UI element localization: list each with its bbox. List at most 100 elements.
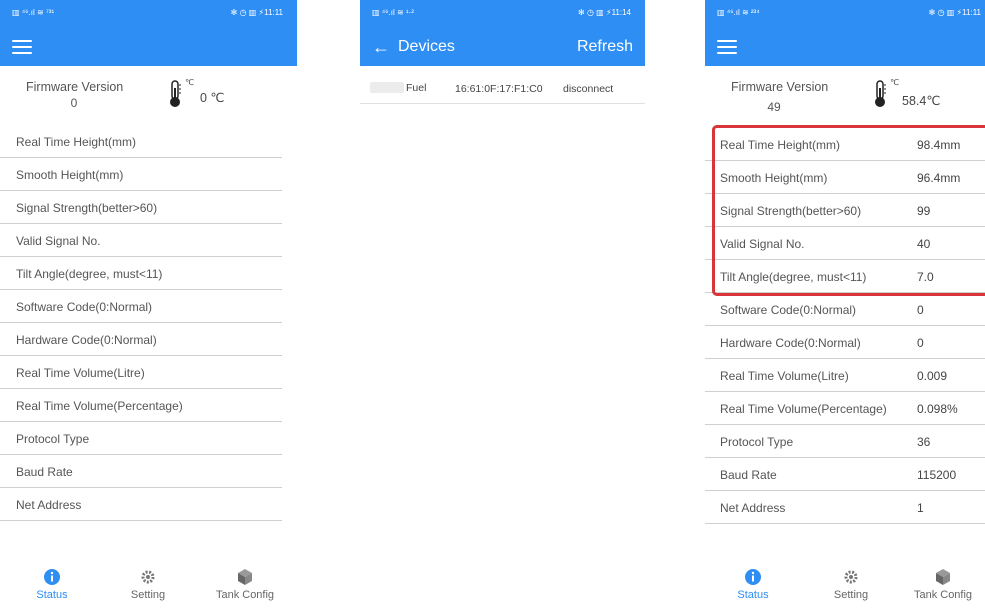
info-icon [44, 569, 60, 585]
device-name: Fuel [406, 82, 427, 94]
page-title: Devices [398, 38, 455, 55]
row-label: Net Address [16, 498, 82, 512]
gear-icon [141, 570, 155, 584]
tab-label: Tank Config [215, 589, 275, 601]
row-label: Protocol Type [16, 432, 90, 446]
status-right: ✻ ◷ ▥ ⚡11:11 [928, 8, 981, 17]
device-row[interactable]: Fuel 16:61:0F:17:F1:C0 disconnect [360, 76, 645, 104]
tab-label: Status [36, 589, 68, 601]
menu-icon[interactable] [12, 40, 32, 55]
tab-label: Setting [130, 589, 166, 601]
row-label: Baud Rate [16, 465, 73, 479]
refresh-button[interactable]: Refresh [577, 38, 633, 56]
row-value: 1 [917, 501, 924, 515]
cube-icon [238, 569, 252, 585]
status-right: ✻ ◷ ▥ ⚡11:14 [578, 8, 631, 17]
status-row: Software Code(0:Normal) 0 [705, 293, 985, 326]
status-row: Real Time Volume(Litre) [0, 356, 282, 389]
highlight-box [712, 125, 985, 296]
row-label: Tilt Angle(degree, must<11) [16, 267, 163, 281]
status-row: Software Code(0:Normal) [0, 290, 282, 323]
row-label: Real Time Volume(Litre) [16, 366, 145, 380]
system-status-bar: ▥ ⁴⁶.ıl ≋ ²³⁴ ✻ ◷ ▥ ⚡11:11 [705, 0, 985, 30]
status-row: Real Time Volume(Percentage) [0, 389, 282, 422]
firmware-section: Firmware Version 0 ℃ 0 ℃ [0, 78, 297, 130]
tab-label: Tank Config [913, 589, 973, 601]
status-row: Hardware Code(0:Normal) [0, 323, 282, 356]
status-row: Real Time Volume(Litre) 0.009 [705, 359, 985, 392]
back-arrow-icon[interactable]: ← [372, 37, 390, 58]
status-row: Protocol Type [0, 422, 282, 455]
status-right: ✻ ◷ ▥ ⚡11:11 [230, 8, 283, 17]
tab-label: Status [737, 589, 769, 601]
firmware-value: 49 [767, 100, 781, 114]
disconnect-button[interactable]: disconnect [563, 83, 613, 95]
row-label: Software Code(0:Normal) [720, 303, 857, 317]
app-bar: ▥ ⁴⁶.ıl ≋ ⁷³¹ ✻ ◷ ▥ ⚡11:11 [0, 0, 297, 66]
status-row: Net Address 1 [705, 491, 985, 524]
status-row: Signal Strength(better>60) [0, 191, 282, 224]
row-label: Real Time Volume(Percentage) [16, 399, 183, 413]
status-row: Valid Signal No. [0, 224, 282, 257]
status-row: Real Time Height(mm) [0, 125, 282, 158]
temperature-value: 0 ℃ [200, 91, 225, 105]
temperature-value: 58.4℃ [902, 94, 941, 108]
row-label: Hardware Code(0:Normal) [720, 336, 861, 350]
tab-setting[interactable]: Setting [811, 568, 891, 601]
device-icon-redacted [370, 82, 404, 93]
thermometer-unit: ℃ [890, 78, 899, 87]
tab-status[interactable]: Status [713, 568, 793, 601]
status-row: Baud Rate [0, 455, 282, 488]
device-mac: 16:61:0F:17:F1:C0 [455, 83, 543, 95]
tab-status[interactable]: Status [12, 568, 92, 601]
status-left: ▥ ⁴⁶.ıl ≋ ⁷³¹ [12, 8, 55, 17]
row-label: Protocol Type [720, 435, 794, 449]
row-label: Valid Signal No. [16, 234, 101, 248]
status-left: ▥ ⁴⁶.ıl ≋ ²³⁴ [717, 8, 760, 17]
row-label: Real Time Height(mm) [16, 135, 137, 149]
firmware-label: Firmware Version [26, 80, 124, 94]
status-row: Real Time Volume(Percentage) 0.098% [705, 392, 985, 425]
row-label: Baud Rate [720, 468, 777, 482]
row-label: Real Time Volume(Litre) [720, 369, 849, 383]
row-label: Software Code(0:Normal) [16, 300, 153, 314]
thermometer-unit: ℃ [185, 78, 194, 87]
tab-tank-config[interactable]: Tank Config [205, 568, 285, 601]
firmware-label: Firmware Version [731, 80, 829, 94]
status-list: Real Time Height(mm) Smooth Height(mm) Sig… [0, 125, 297, 521]
gear-icon [844, 570, 858, 584]
row-label: Signal Strength(better>60) [16, 201, 158, 215]
firmware-section: Firmware Version 49 ℃ 58.4℃ [705, 78, 985, 130]
row-label: Hardware Code(0:Normal) [16, 333, 157, 347]
tab-setting[interactable]: Setting [108, 568, 188, 601]
row-value: 0 [917, 336, 924, 350]
firmware-value: 0 [70, 96, 78, 110]
row-value: 0.098% [917, 402, 958, 416]
cube-icon [936, 569, 950, 585]
row-value: 0.009 [917, 369, 948, 383]
menu-icon[interactable] [717, 40, 737, 55]
app-bar: ▥ ⁴⁶.ıl ≋ ²³⁴ ✻ ◷ ▥ ⚡11:11 [705, 0, 985, 66]
row-value: 36 [917, 435, 931, 449]
row-label: Net Address [720, 501, 786, 515]
row-label: Smooth Height(mm) [16, 168, 124, 182]
system-status-bar: ▥ ⁴⁶.ıl ≋ ¹·² ✻ ◷ ▥ ⚡11:14 [360, 0, 645, 30]
status-row: Protocol Type 36 [705, 425, 985, 458]
status-left: ▥ ⁴⁶.ıl ≋ ¹·² [372, 8, 414, 17]
bottom-tab-bar: Status Setting Tank Config [705, 562, 985, 610]
devices-screen: ▥ ⁴⁶.ıl ≋ ¹·² ✻ ◷ ▥ ⚡11:14 ← Devices Ref… [360, 0, 645, 610]
row-value: 0 [917, 303, 924, 317]
app-bar: ▥ ⁴⁶.ıl ≋ ¹·² ✻ ◷ ▥ ⚡11:14 ← Devices Ref… [360, 0, 645, 66]
status-row: Tilt Angle(degree, must<11) [0, 257, 282, 290]
tab-label: Setting [833, 589, 869, 601]
row-label: Real Time Volume(Percentage) [720, 402, 887, 416]
tab-tank-config[interactable]: Tank Config [903, 568, 983, 601]
info-icon [745, 569, 761, 585]
status-row: Net Address [0, 488, 282, 521]
status-row: Hardware Code(0:Normal) 0 [705, 326, 985, 359]
status-screen-empty: ▥ ⁴⁶.ıl ≋ ⁷³¹ ✻ ◷ ▥ ⚡11:11 Firmware Vers… [0, 0, 297, 610]
row-value: 115200 [917, 468, 957, 482]
status-row: Baud Rate 115200 [705, 458, 985, 491]
status-row: Smooth Height(mm) [0, 158, 282, 191]
bottom-tab-bar: Status Setting Tank Config [0, 562, 297, 610]
